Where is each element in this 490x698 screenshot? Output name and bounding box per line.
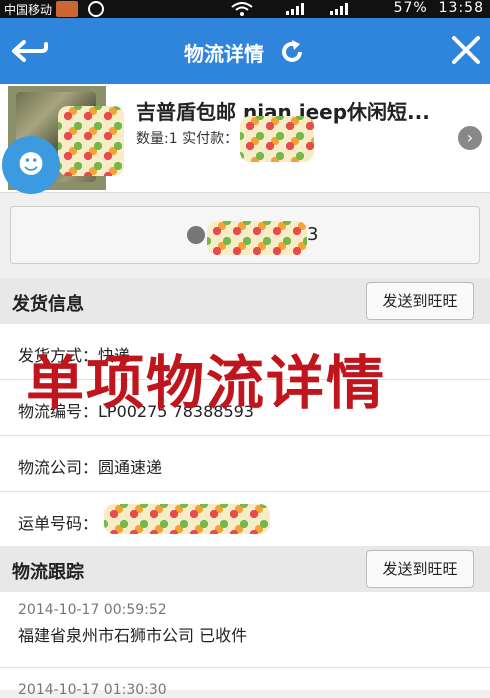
product-card[interactable]: ☻ 吉普盾包邮 nian jeep休闲短... 数量:1 实付款： › [0,84,490,194]
status-right: 57% 13:58 [394,0,484,16]
mosaic-redaction [58,106,124,176]
tracking-time: 2014-10-17 00:59:52 [18,602,167,618]
carrier-label: 中国移动 [4,3,53,17]
watermark-text: 单项物流详情 [26,349,387,417]
list-item: 运单号码： [0,492,490,548]
logistics-tracking-header: 物流跟踪 发送到旺旺 [0,546,490,592]
chevron-right-icon[interactable]: › [458,126,482,150]
send-to-wangwang-button[interactable]: 发送到旺旺 [366,550,474,588]
chat-bubble-icon[interactable]: ☻ [2,136,60,194]
tracking-entry: 2014-10-17 01:30:30 [0,668,490,698]
notification-app-icon [56,1,78,17]
tracking-number-suffix: 3 [307,224,319,245]
mosaic-redaction [207,221,307,255]
signal-icon-2 [330,3,348,15]
send-to-wangwang-button[interactable]: 发送到旺旺 [366,282,474,320]
package-icon [187,226,205,244]
tracking-time: 2014-10-17 01:30:30 [18,682,167,698]
section-label: 发货信息 [12,294,84,315]
back-arrow-icon[interactable] [8,36,50,66]
section-label: 物流跟踪 [12,562,84,583]
wifi-icon [231,2,253,16]
mosaic-redaction [240,116,314,162]
tracking-entry: 2014-10-17 00:59:52 福建省泉州市石狮市公司 已收件 [0,592,490,668]
page-title: 物流详情 [184,42,264,66]
list-item: 物流公司：圆通速递 [0,436,490,492]
tracking-number-button[interactable]: 3 [10,206,480,264]
mosaic-redaction [104,504,270,534]
close-icon[interactable] [448,32,484,68]
clock: 13:58 [438,0,484,16]
signal-icon [286,3,304,15]
product-qty-price: 数量:1 实付款： [136,131,239,147]
notification-shield-icon [88,1,104,17]
status-bar: 中国移动 57% 13:58 [0,0,490,18]
battery-level: 57% [393,0,428,16]
shipping-info-header: 发货信息 发送到旺旺 [0,278,490,324]
top-bar: 物流详情 [0,18,490,84]
tracking-desc: 福建省泉州市石狮市公司 已收件 [18,626,248,645]
refresh-icon[interactable] [278,38,306,66]
